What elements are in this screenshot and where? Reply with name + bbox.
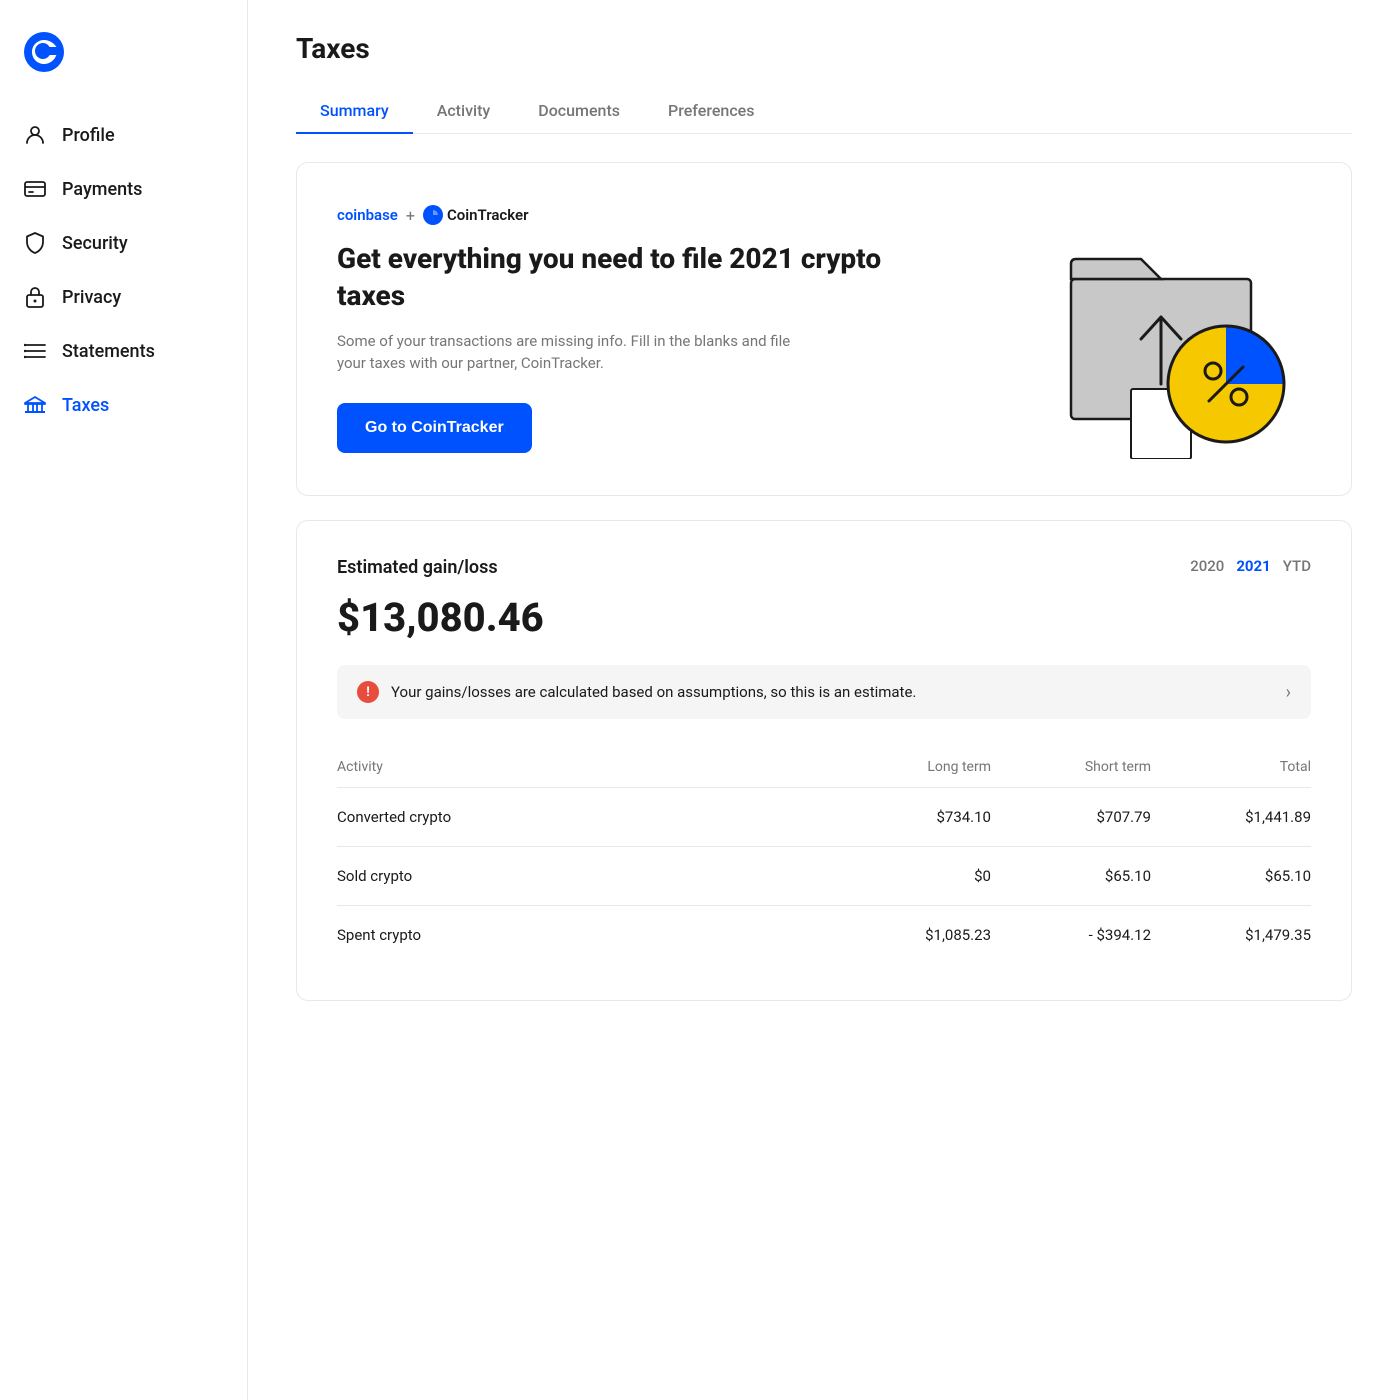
warning-icon: ! [357,681,379,703]
tab-preferences[interactable]: Preferences [644,89,778,134]
table-row: Spent crypto $1,085.23 - $394.12 $1,479.… [337,906,1311,964]
cointracker-icon [423,205,443,225]
tab-activity[interactable]: Activity [413,89,515,134]
warning-banner[interactable]: ! Your gains/losses are calculated based… [337,665,1311,719]
year-2021-button[interactable]: 2021 [1236,557,1270,575]
gainloss-title: Estimated gain/loss [337,557,498,578]
promo-card: coinbase + CoinTracker Get everything yo… [296,162,1352,496]
gainloss-card: Estimated gain/loss 2020 2021 YTD $13,08… [296,520,1352,1001]
header-long-term: Long term [831,759,991,775]
row-total-0: $1,441.89 [1151,808,1311,826]
row-activity-0: Converted crypto [337,808,831,826]
row-total-2: $1,479.35 [1151,926,1311,944]
person-icon [24,124,46,146]
year-2020-button[interactable]: 2020 [1190,557,1224,575]
warning-text: Your gains/losses are calculated based o… [391,683,916,701]
table-header: Activity Long term Short term Total [337,751,1311,788]
warning-left: ! Your gains/losses are calculated based… [357,681,916,703]
promo-illustration [1031,199,1311,459]
activity-table: Activity Long term Short term Total Conv… [337,751,1311,964]
credit-card-icon [24,178,46,200]
tab-documents[interactable]: Documents [514,89,644,134]
row-short-term-2: - $394.12 [991,926,1151,944]
row-activity-1: Sold crypto [337,867,831,885]
sidebar-item-statements-label: Statements [62,341,155,362]
list-icon [24,340,46,362]
cointracker-label: CoinTracker [447,206,529,224]
sidebar-logo [0,24,247,108]
chevron-right-icon[interactable]: › [1286,682,1291,703]
promo-content: coinbase + CoinTracker Get everything yo… [337,205,897,453]
sidebar-item-statements[interactable]: Statements [0,324,247,378]
gainloss-amount: $13,080.46 [337,594,1311,641]
promo-description: Some of your transactions are missing in… [337,330,817,375]
gainloss-title-area: Estimated gain/loss [337,557,498,586]
row-short-term-0: $707.79 [991,808,1151,826]
sidebar: Profile Payments Security [0,0,248,1400]
promo-heading: Get everything you need to file 2021 cry… [337,241,897,314]
sidebar-item-profile-label: Profile [62,125,115,146]
row-activity-2: Spent crypto [337,926,831,944]
row-short-term-1: $65.10 [991,867,1151,885]
row-long-term-2: $1,085.23 [831,926,991,944]
year-selector: 2020 2021 YTD [1190,557,1311,575]
year-ytd-button[interactable]: YTD [1283,557,1311,575]
shield-icon [24,232,46,254]
sidebar-item-payments-label: Payments [62,179,142,200]
gainloss-header: Estimated gain/loss 2020 2021 YTD [337,557,1311,586]
sidebar-item-privacy[interactable]: Privacy [0,270,247,324]
row-total-1: $65.10 [1151,867,1311,885]
page-title: Taxes [296,32,1352,65]
sidebar-item-privacy-label: Privacy [62,287,121,308]
header-short-term: Short term [991,759,1151,775]
row-long-term-1: $0 [831,867,991,885]
main-content: Taxes Summary Activity Documents Prefere… [248,0,1400,1400]
go-to-cointracker-button[interactable]: Go to CoinTracker [337,403,532,453]
row-long-term-0: $734.10 [831,808,991,826]
cointracker-logo: CoinTracker [423,205,529,225]
plus-separator: + [406,206,415,225]
coinbase-logo-icon [24,32,64,72]
sidebar-nav: Profile Payments Security [0,108,247,432]
header-activity: Activity [337,759,831,775]
tax-illustration-svg [1031,199,1311,459]
sidebar-item-security-label: Security [62,233,128,254]
sidebar-item-profile[interactable]: Profile [0,108,247,162]
header-total: Total [1151,759,1311,775]
promo-logos: coinbase + CoinTracker [337,205,897,225]
table-row: Sold crypto $0 $65.10 $65.10 [337,847,1311,906]
sidebar-item-taxes-label: Taxes [62,395,109,416]
sidebar-item-security[interactable]: Security [0,216,247,270]
sidebar-item-payments[interactable]: Payments [0,162,247,216]
lock-icon [24,286,46,308]
sidebar-item-taxes[interactable]: Taxes [0,378,247,432]
tab-summary[interactable]: Summary [296,89,413,134]
coinbase-logo-text: coinbase [337,206,398,224]
tabs-bar: Summary Activity Documents Preferences [296,89,1352,134]
table-row: Converted crypto $734.10 $707.79 $1,441.… [337,788,1311,847]
bank-icon [24,394,46,416]
